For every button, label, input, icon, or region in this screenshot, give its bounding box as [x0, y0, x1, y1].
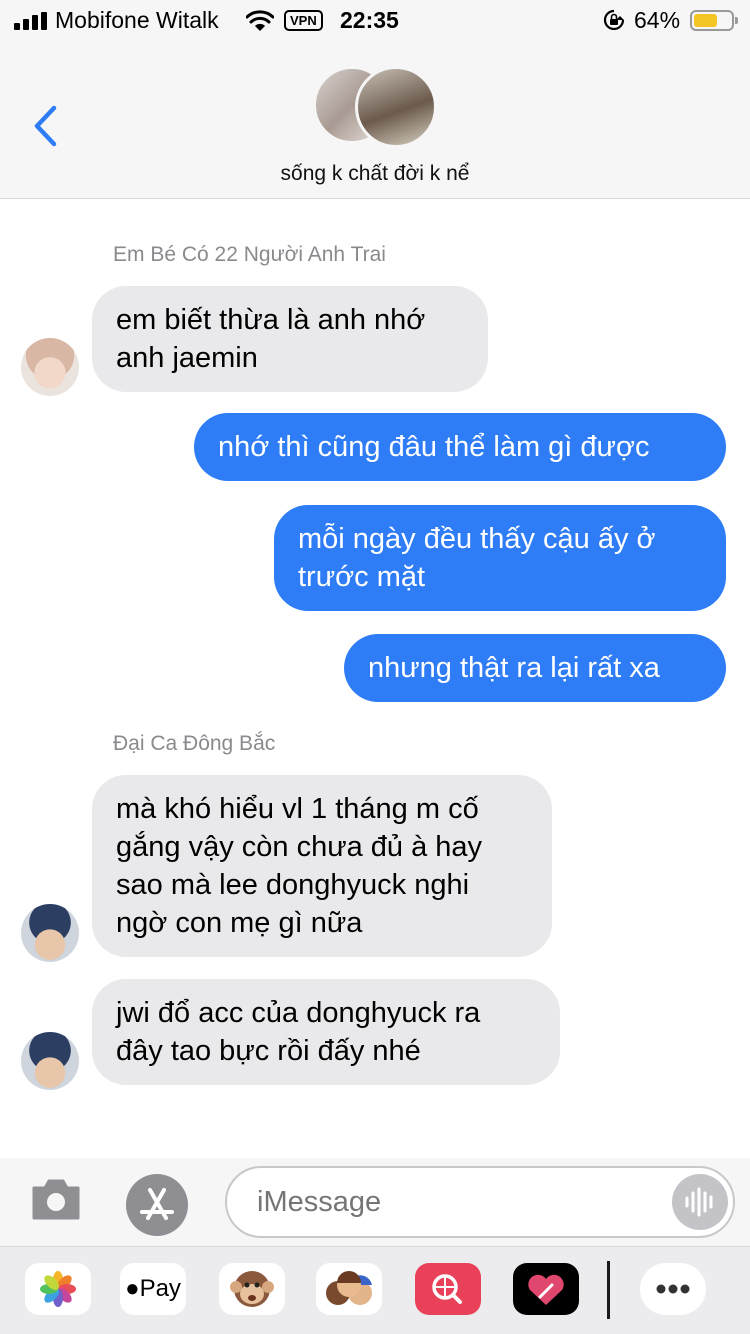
vpn-badge: VPN	[284, 10, 323, 31]
incoming-message-bubble[interactable]: jwi đổ acc của donghyuck ra đây tao bực …	[92, 979, 560, 1085]
chevron-left-icon[interactable]	[30, 104, 60, 148]
animoji-icon[interactable]	[219, 1263, 285, 1315]
drawer-divider	[607, 1261, 610, 1319]
apple-pay-label: Pay	[139, 1275, 181, 1302]
compose-bar	[0, 1158, 750, 1246]
carrier-name: Mobifone Witalk	[55, 7, 219, 33]
message-input[interactable]	[225, 1166, 735, 1238]
sender-avatar[interactable]	[21, 904, 79, 962]
web-search-icon[interactable]	[415, 1263, 481, 1315]
signal-icon	[14, 12, 48, 30]
memoji-icon[interactable]	[316, 1263, 382, 1315]
apple-logo-icon: ●	[125, 1275, 140, 1302]
group-avatar[interactable]	[313, 66, 439, 148]
app-store-icon[interactable]	[126, 1174, 188, 1236]
photos-icon[interactable]	[25, 1263, 91, 1315]
sender-name: Đại Ca Đông Bắc	[113, 732, 276, 755]
incoming-message-bubble[interactable]: mà khó hiểu vl 1 tháng m cố gắng vậy còn…	[92, 775, 552, 957]
outgoing-message-bubble[interactable]: nhớ thì cũng đâu thể làm gì được	[194, 413, 726, 481]
battery-percentage: 64%	[634, 7, 681, 33]
incoming-message-bubble[interactable]: em biết thừa là anh nhớ anh jaemin	[92, 286, 488, 392]
outgoing-message-bubble[interactable]: mỗi ngày đều thấy cậu ấy ở trước mặt	[274, 505, 726, 611]
sender-avatar[interactable]	[21, 1032, 79, 1090]
battery-fill	[694, 14, 717, 27]
member-avatar	[355, 66, 437, 148]
sender-avatar[interactable]	[21, 338, 79, 396]
conversation-header: sống k chất đời k nể	[0, 42, 750, 199]
wifi-icon	[246, 10, 274, 31]
rotation-lock-icon	[603, 9, 625, 31]
status-bar: Mobifone Witalk VPN 22:35 64%	[0, 0, 750, 42]
status-time: 22:35	[340, 7, 399, 33]
battery-icon	[690, 10, 738, 31]
digital-touch-icon[interactable]	[513, 1263, 579, 1315]
app-drawer: ●Pay	[0, 1246, 750, 1334]
camera-icon[interactable]	[30, 1176, 82, 1222]
outgoing-message-bubble[interactable]: nhưng thật ra lại rất xa	[344, 634, 726, 702]
more-icon[interactable]	[640, 1263, 706, 1315]
apple-pay-icon[interactable]: ●Pay	[120, 1263, 186, 1315]
sender-name: Em Bé Có 22 Người Anh Trai	[113, 243, 386, 266]
audio-message-icon[interactable]	[672, 1174, 728, 1230]
group-name[interactable]: sống k chất đời k nể	[0, 162, 750, 186]
